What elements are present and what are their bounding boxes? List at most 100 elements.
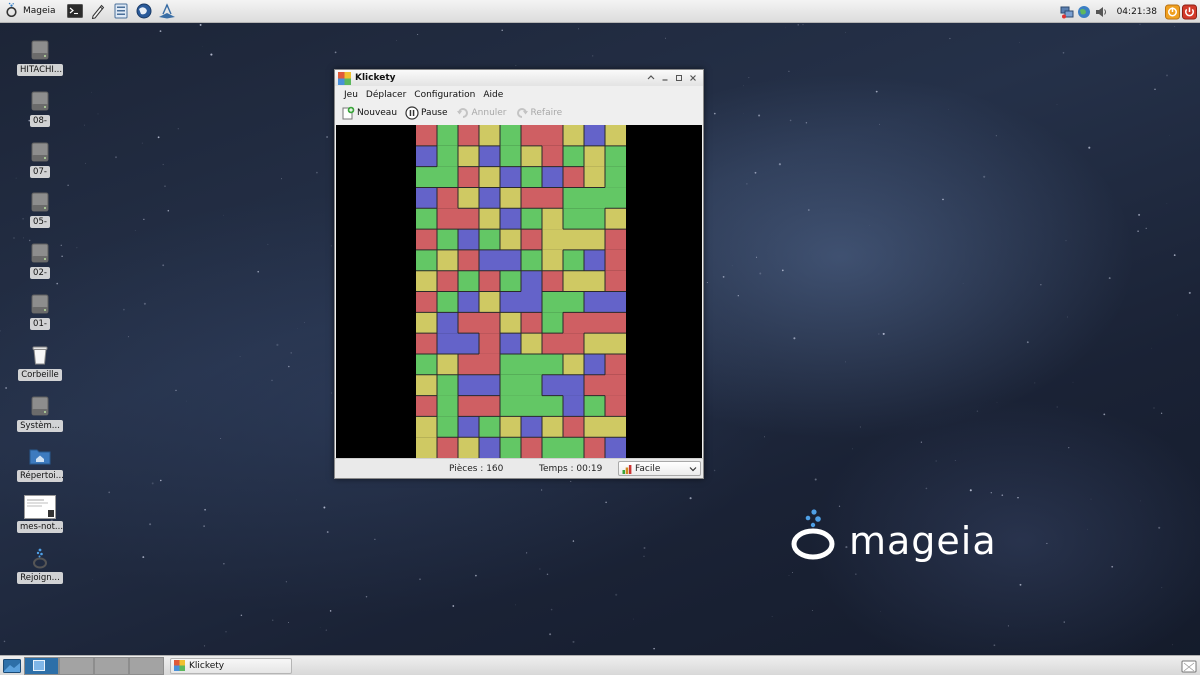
board-cell[interactable] xyxy=(437,208,458,230)
board-cell[interactable] xyxy=(605,353,626,375)
board-cell[interactable] xyxy=(416,208,437,230)
board-cell[interactable] xyxy=(437,249,458,271)
board-cell[interactable] xyxy=(605,291,626,313)
board-cell[interactable] xyxy=(437,270,458,292)
board-cell[interactable] xyxy=(563,270,584,292)
board-cell[interactable] xyxy=(521,437,542,458)
board-cell[interactable] xyxy=(416,270,437,292)
board-cell[interactable] xyxy=(605,395,626,417)
board-cell[interactable] xyxy=(605,249,626,271)
board-cell[interactable] xyxy=(437,374,458,396)
board-cell[interactable] xyxy=(584,437,605,458)
application-menu-button[interactable]: Mageia xyxy=(0,0,64,23)
board-cell[interactable] xyxy=(563,229,584,250)
pause-button[interactable]: Pause xyxy=(403,104,453,122)
board-cell[interactable] xyxy=(605,187,626,209)
board-cell[interactable] xyxy=(500,229,521,250)
package-installer-icon[interactable] xyxy=(158,2,176,20)
board-cell[interactable] xyxy=(584,333,605,354)
board-cell[interactable] xyxy=(563,125,584,146)
board-cell[interactable] xyxy=(479,166,500,188)
board-cell[interactable] xyxy=(563,437,584,458)
board-cell[interactable] xyxy=(458,125,479,146)
clock[interactable]: 04:21:38 xyxy=(1111,7,1163,17)
desktop-icon[interactable]: 01- xyxy=(17,292,63,333)
web-browser-icon[interactable] xyxy=(135,2,153,20)
board-cell[interactable] xyxy=(437,395,458,417)
board-cell[interactable] xyxy=(500,270,521,292)
board-cell[interactable] xyxy=(542,270,563,292)
difficulty-select[interactable]: Facile xyxy=(618,461,701,476)
board-cell[interactable] xyxy=(521,145,542,167)
board-cell[interactable] xyxy=(584,353,605,375)
desktop-icon[interactable]: 05- xyxy=(17,190,63,231)
board-cell[interactable] xyxy=(416,229,437,250)
board-cell[interactable] xyxy=(437,333,458,354)
window-close-button[interactable] xyxy=(687,72,699,84)
board-cell[interactable] xyxy=(500,416,521,438)
board-cell[interactable] xyxy=(563,395,584,417)
board-cell[interactable] xyxy=(479,416,500,438)
board-cell[interactable] xyxy=(605,333,626,354)
board-cell[interactable] xyxy=(605,145,626,167)
board-cell[interactable] xyxy=(437,291,458,313)
board-cell[interactable] xyxy=(437,125,458,146)
board-cell[interactable] xyxy=(416,187,437,209)
board-cell[interactable] xyxy=(458,312,479,334)
workspace-3[interactable] xyxy=(94,656,129,675)
board-cell[interactable] xyxy=(437,353,458,375)
board-cell[interactable] xyxy=(521,374,542,396)
network-icon[interactable] xyxy=(1060,4,1075,19)
board-cell[interactable] xyxy=(584,374,605,396)
show-desktop-icon[interactable] xyxy=(3,658,21,673)
power-icon[interactable] xyxy=(1182,4,1197,19)
game-board[interactable] xyxy=(416,125,626,458)
board-cell[interactable] xyxy=(563,166,584,188)
taskbar-klickety[interactable]: Klickety xyxy=(170,657,292,674)
board-cell[interactable] xyxy=(521,395,542,417)
board-cell[interactable] xyxy=(416,374,437,396)
board-cell[interactable] xyxy=(584,416,605,438)
board-cell[interactable] xyxy=(542,395,563,417)
board-cell[interactable] xyxy=(437,312,458,334)
board-cell[interactable] xyxy=(542,291,563,313)
undo-button[interactable]: Annuler xyxy=(454,104,513,122)
desktop-icon[interactable]: 02- xyxy=(17,241,63,282)
board-cell[interactable] xyxy=(500,249,521,271)
board-cell[interactable] xyxy=(479,229,500,250)
board-cell[interactable] xyxy=(479,333,500,354)
board-cell[interactable] xyxy=(437,437,458,458)
board-cell[interactable] xyxy=(605,312,626,334)
board-cell[interactable] xyxy=(584,187,605,209)
workspace-4[interactable] xyxy=(129,656,164,675)
desktop-icon[interactable]: Répertoi... xyxy=(17,444,63,485)
board-cell[interactable] xyxy=(521,125,542,146)
board-cell[interactable] xyxy=(563,353,584,375)
board-cell[interactable] xyxy=(605,229,626,250)
board-cell[interactable] xyxy=(563,249,584,271)
window-titlebar[interactable]: Klickety xyxy=(335,70,703,86)
board-cell[interactable] xyxy=(458,374,479,396)
board-cell[interactable] xyxy=(500,395,521,417)
board-cell[interactable] xyxy=(521,187,542,209)
board-cell[interactable] xyxy=(521,166,542,188)
board-cell[interactable] xyxy=(416,437,437,458)
board-cell[interactable] xyxy=(479,312,500,334)
desktop-icon[interactable]: mes-not... xyxy=(17,495,63,536)
board-cell[interactable] xyxy=(416,353,437,375)
board-cell[interactable] xyxy=(521,333,542,354)
board-cell[interactable] xyxy=(458,353,479,375)
window-maximize-button[interactable] xyxy=(673,72,685,84)
menu-jeu[interactable]: Jeu xyxy=(340,90,362,100)
board-cell[interactable] xyxy=(500,125,521,146)
board-cell[interactable] xyxy=(605,437,626,458)
board-cell[interactable] xyxy=(479,374,500,396)
board-cell[interactable] xyxy=(500,145,521,167)
desktop-icon[interactable]: Corbeille xyxy=(17,343,63,384)
board-cell[interactable] xyxy=(605,166,626,188)
board-cell[interactable] xyxy=(563,333,584,354)
board-cell[interactable] xyxy=(584,125,605,146)
board-cell[interactable] xyxy=(584,312,605,334)
desktop-icon[interactable]: Rejoign... xyxy=(17,546,63,587)
board-cell[interactable] xyxy=(521,249,542,271)
